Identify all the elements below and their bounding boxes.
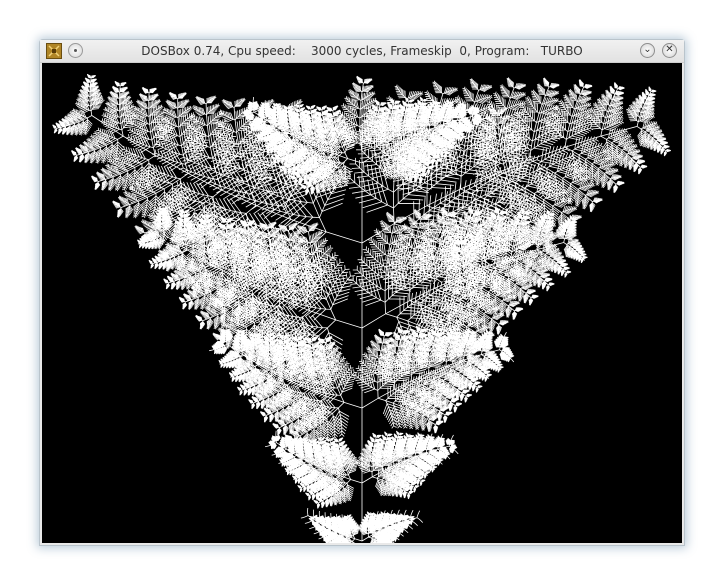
close-icon: ✕	[665, 44, 674, 55]
pin-icon[interactable]	[68, 43, 83, 58]
chevron-down-icon: ⌄	[643, 44, 652, 55]
minimize-button[interactable]: ⌄	[640, 43, 655, 58]
dos-screen[interactable]	[42, 63, 682, 543]
window-title: DOSBox 0.74, Cpu speed: 3000 cycles, Fra…	[141, 44, 583, 58]
fern-lines	[52, 73, 672, 543]
fern-drawing	[52, 73, 672, 543]
close-button[interactable]: ✕	[662, 43, 677, 58]
dosbox-window: DOSBox 0.74, Cpu speed: 3000 cycles, Fra…	[40, 40, 684, 545]
dosbox-icon[interactable]	[46, 43, 62, 59]
title-bar[interactable]: DOSBox 0.74, Cpu speed: 3000 cycles, Fra…	[40, 40, 684, 63]
